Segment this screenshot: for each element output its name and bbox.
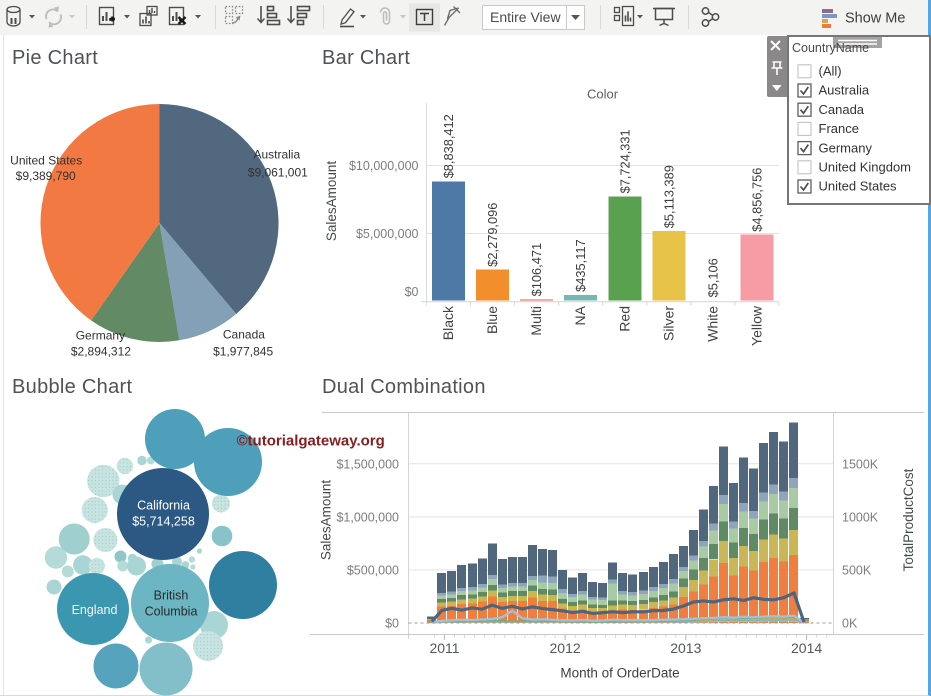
svg-text:Germany: Germany <box>76 329 125 343</box>
svg-text:2014: 2014 <box>791 640 822 656</box>
svg-text:$1,000,000: $1,000,000 <box>336 510 399 524</box>
svg-text:$7,724,331: $7,724,331 <box>617 129 632 193</box>
svg-text:$5,113,389: $5,113,389 <box>661 165 676 228</box>
svg-text:$5,714,258: $5,714,258 <box>132 515 195 529</box>
svg-text:England: England <box>72 603 118 617</box>
svg-text:0K: 0K <box>842 617 858 631</box>
svg-text:Month of OrderDate: Month of OrderDate <box>560 666 679 681</box>
svg-text:$5,106: $5,106 <box>705 258 720 297</box>
svg-text:$2,279,096: $2,279,096 <box>485 203 500 267</box>
svg-text:British: British <box>154 589 189 603</box>
svg-text:Pie Chart: Pie Chart <box>12 47 98 69</box>
svg-text:Red: Red <box>616 306 632 332</box>
svg-text:Germany: Germany <box>818 140 872 155</box>
svg-text:1500K: 1500K <box>842 457 879 471</box>
svg-text:SalesAmount: SalesAmount <box>324 161 339 242</box>
svg-text:Bubble Chart: Bubble Chart <box>12 376 132 398</box>
svg-text:Canada: Canada <box>818 101 864 116</box>
svg-text:$9,389,790: $9,389,790 <box>16 169 76 183</box>
svg-text:$4,856,756: $4,856,756 <box>749 168 764 232</box>
svg-text:$5,000,000: $5,000,000 <box>356 227 419 241</box>
svg-text:$500,000: $500,000 <box>347 563 399 577</box>
svg-text:$106,471: $106,471 <box>529 243 544 296</box>
svg-text:2011: 2011 <box>429 640 459 656</box>
svg-text:$0: $0 <box>405 285 419 299</box>
svg-text:1000K: 1000K <box>842 510 879 524</box>
svg-text:United Kingdom: United Kingdom <box>818 159 911 174</box>
svg-text:$9,061,001: $9,061,001 <box>248 166 308 180</box>
svg-text:(All): (All) <box>818 63 841 78</box>
svg-text:United States: United States <box>818 178 897 193</box>
svg-text:Dual Combination: Dual Combination <box>322 376 486 398</box>
svg-text:NA: NA <box>572 305 588 325</box>
svg-text:White: White <box>704 306 720 342</box>
svg-text:SalesAmount: SalesAmount <box>319 480 334 561</box>
svg-text:Canada: Canada <box>223 328 265 342</box>
svg-text:©tutorialgateway.org: ©tutorialgateway.org <box>237 433 385 450</box>
svg-text:Australia: Australia <box>818 82 869 97</box>
svg-text:TotalProductCost: TotalProductCost <box>901 468 916 571</box>
svg-text:France: France <box>818 121 858 136</box>
svg-text:$8,838,412: $8,838,412 <box>441 114 456 178</box>
svg-text:Silver: Silver <box>660 306 676 341</box>
svg-text:2013: 2013 <box>670 640 701 656</box>
svg-text:Black: Black <box>440 305 456 340</box>
svg-text:California: California <box>137 499 190 513</box>
svg-text:$10,000,000: $10,000,000 <box>349 159 419 173</box>
svg-text:$2,894,312: $2,894,312 <box>71 345 131 359</box>
svg-text:2012: 2012 <box>550 640 581 656</box>
svg-text:Blue: Blue <box>484 306 500 334</box>
svg-text:Yellow: Yellow <box>748 305 764 346</box>
svg-text:Bar Chart: Bar Chart <box>322 47 410 69</box>
svg-text:$435,117: $435,117 <box>573 239 588 291</box>
svg-text:Multi: Multi <box>528 306 544 336</box>
svg-text:500K: 500K <box>842 563 872 577</box>
svg-text:Color: Color <box>587 87 619 102</box>
svg-text:Australia: Australia <box>253 148 300 162</box>
svg-text:$1,977,845: $1,977,845 <box>213 345 273 359</box>
svg-text:$1,500,000: $1,500,000 <box>336 457 399 471</box>
svg-text:$0: $0 <box>385 617 399 631</box>
svg-text:Columbia: Columbia <box>145 605 198 619</box>
svg-text:United States: United States <box>10 154 82 168</box>
